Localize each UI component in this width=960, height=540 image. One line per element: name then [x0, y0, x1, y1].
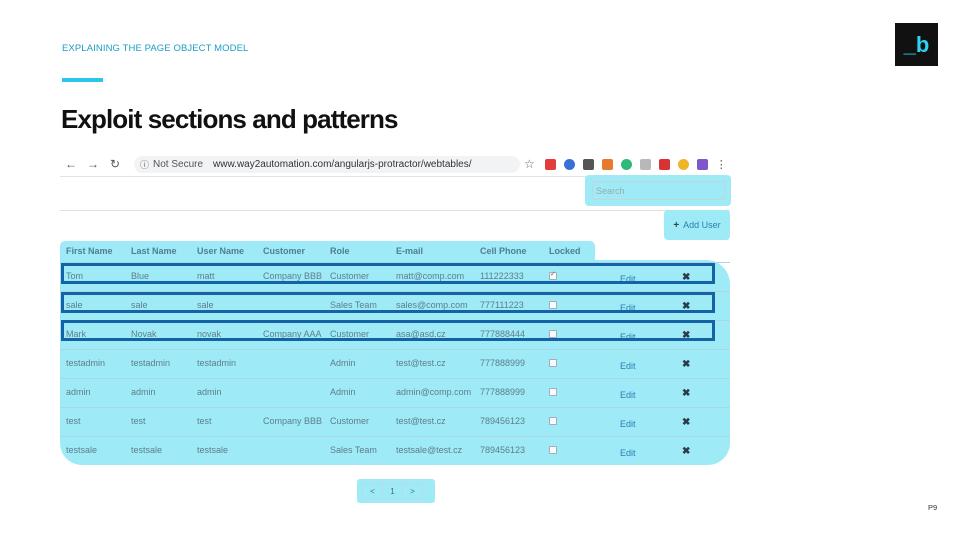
add-user-button[interactable]: + Add User: [667, 215, 727, 235]
cell-user-name: testadmin: [197, 358, 237, 368]
table-row: admin admin admin Admin admin@comp.com 777888…: [60, 378, 730, 407]
col-customer[interactable]: Customer: [263, 246, 305, 256]
edit-link[interactable]: Edit: [620, 448, 636, 458]
address-bar[interactable]: ⓘ Not Secure www.way2automation.com/angu…: [134, 155, 520, 173]
browser-toolbar: ← → ↻ ⓘ Not Secure www.way2automation.co…: [60, 152, 730, 176]
extension-icon[interactable]: [696, 158, 708, 170]
table-row: test test test Company BBB Customer test@test…: [60, 407, 730, 436]
delete-icon[interactable]: ✖: [682, 446, 690, 457]
extension-icon[interactable]: [601, 158, 613, 170]
cell-cell-phone: 777888999: [480, 358, 526, 368]
cell-cell-phone: 789456123: [480, 416, 526, 426]
extension-icon[interactable]: [544, 158, 556, 170]
cell-cell-phone: 777888999: [480, 387, 526, 397]
slide-title: Exploit sections and patterns: [61, 104, 398, 134]
cell-email: test@test.cz: [396, 416, 446, 426]
reload-icon[interactable]: ↻: [104, 157, 126, 171]
add-user-label: Add User: [683, 220, 721, 230]
cell-email: admin@comp.com: [396, 387, 472, 397]
extension-icon[interactable]: [639, 158, 651, 170]
col-user-name[interactable]: User Name: [197, 246, 244, 256]
cell-user-name: admin: [197, 387, 222, 397]
brand-logo: _b: [895, 23, 938, 66]
cell-role: Admin: [330, 358, 356, 368]
col-first-name[interactable]: First Name: [66, 246, 113, 256]
cell-last-name: testadmin: [131, 358, 171, 368]
row-outline: [61, 263, 715, 284]
cell-email: testsale@test.cz: [396, 445, 463, 455]
cell-email: test@test.cz: [396, 358, 446, 368]
col-email[interactable]: E-mail: [396, 246, 423, 256]
edit-link[interactable]: Edit: [620, 361, 636, 371]
locked-checkbox[interactable]: [549, 417, 557, 425]
back-arrow-icon[interactable]: ←: [60, 157, 82, 171]
cell-user-name: test: [197, 416, 212, 426]
url-text: www.way2automation.com/angularjs-protrac…: [213, 158, 472, 170]
table-row: testsale testsale testsale Sales Team testsa…: [60, 436, 730, 465]
cell-role: Customer: [330, 416, 370, 426]
bookmark-star-icon[interactable]: ☆: [524, 157, 535, 171]
page-number: P9: [928, 503, 938, 512]
plus-icon: +: [673, 219, 680, 231]
delete-icon[interactable]: ✖: [682, 417, 690, 428]
forward-arrow-icon[interactable]: →: [82, 157, 104, 171]
delete-icon[interactable]: ✖: [682, 359, 690, 370]
cell-first-name: testsale: [66, 445, 98, 455]
delete-icon[interactable]: ✖: [682, 388, 690, 399]
extension-icon[interactable]: [677, 158, 689, 170]
cell-customer: Company BBB: [263, 416, 323, 426]
extension-icon[interactable]: [658, 158, 670, 170]
browser-menu-icon[interactable]: ⋮: [716, 158, 727, 171]
cell-first-name: admin: [66, 387, 91, 397]
security-label: Not Secure: [153, 158, 204, 170]
extension-icon[interactable]: [620, 158, 632, 170]
extension-icons: [544, 158, 716, 170]
col-locked[interactable]: Locked: [549, 246, 581, 256]
col-last-name[interactable]: Last Name: [131, 246, 177, 256]
cell-cell-phone: 789456123: [480, 445, 526, 455]
accent-bar: [62, 78, 103, 82]
locked-checkbox[interactable]: [549, 446, 557, 454]
content-divider: [60, 210, 730, 211]
cell-first-name: testadmin: [66, 358, 106, 368]
edit-link[interactable]: Edit: [620, 419, 636, 429]
row-outline: [61, 320, 715, 341]
edit-link[interactable]: Edit: [620, 390, 636, 400]
page-1-button[interactable]: 1: [382, 483, 403, 499]
row-outline: [61, 292, 715, 313]
col-role[interactable]: Role: [330, 246, 350, 256]
cell-first-name: test: [66, 416, 81, 426]
pagination: < 1 >: [362, 483, 423, 499]
cell-last-name: testsale: [131, 445, 163, 455]
cell-last-name: test: [131, 416, 146, 426]
search-input[interactable]: [592, 181, 725, 200]
locked-checkbox[interactable]: [549, 388, 557, 396]
next-page-button[interactable]: >: [402, 483, 423, 499]
table-header: First Name Last Name User Name Customer …: [60, 241, 730, 261]
cell-last-name: admin: [131, 387, 156, 397]
cell-role: Admin: [330, 387, 356, 397]
locked-checkbox[interactable]: [549, 359, 557, 367]
col-cell-phone[interactable]: Cell Phone: [480, 246, 527, 256]
section-eyebrow: EXPLAINING THE PAGE OBJECT MODEL: [62, 43, 249, 54]
table-row: testadmin testadmin testadmin Admin test@tes…: [60, 349, 730, 378]
extension-icon[interactable]: [563, 158, 575, 170]
cell-user-name: testsale: [197, 445, 229, 455]
info-icon[interactable]: ⓘ: [140, 158, 149, 171]
prev-page-button[interactable]: <: [362, 483, 383, 499]
cell-role: Sales Team: [330, 445, 377, 455]
extension-icon[interactable]: [582, 158, 594, 170]
